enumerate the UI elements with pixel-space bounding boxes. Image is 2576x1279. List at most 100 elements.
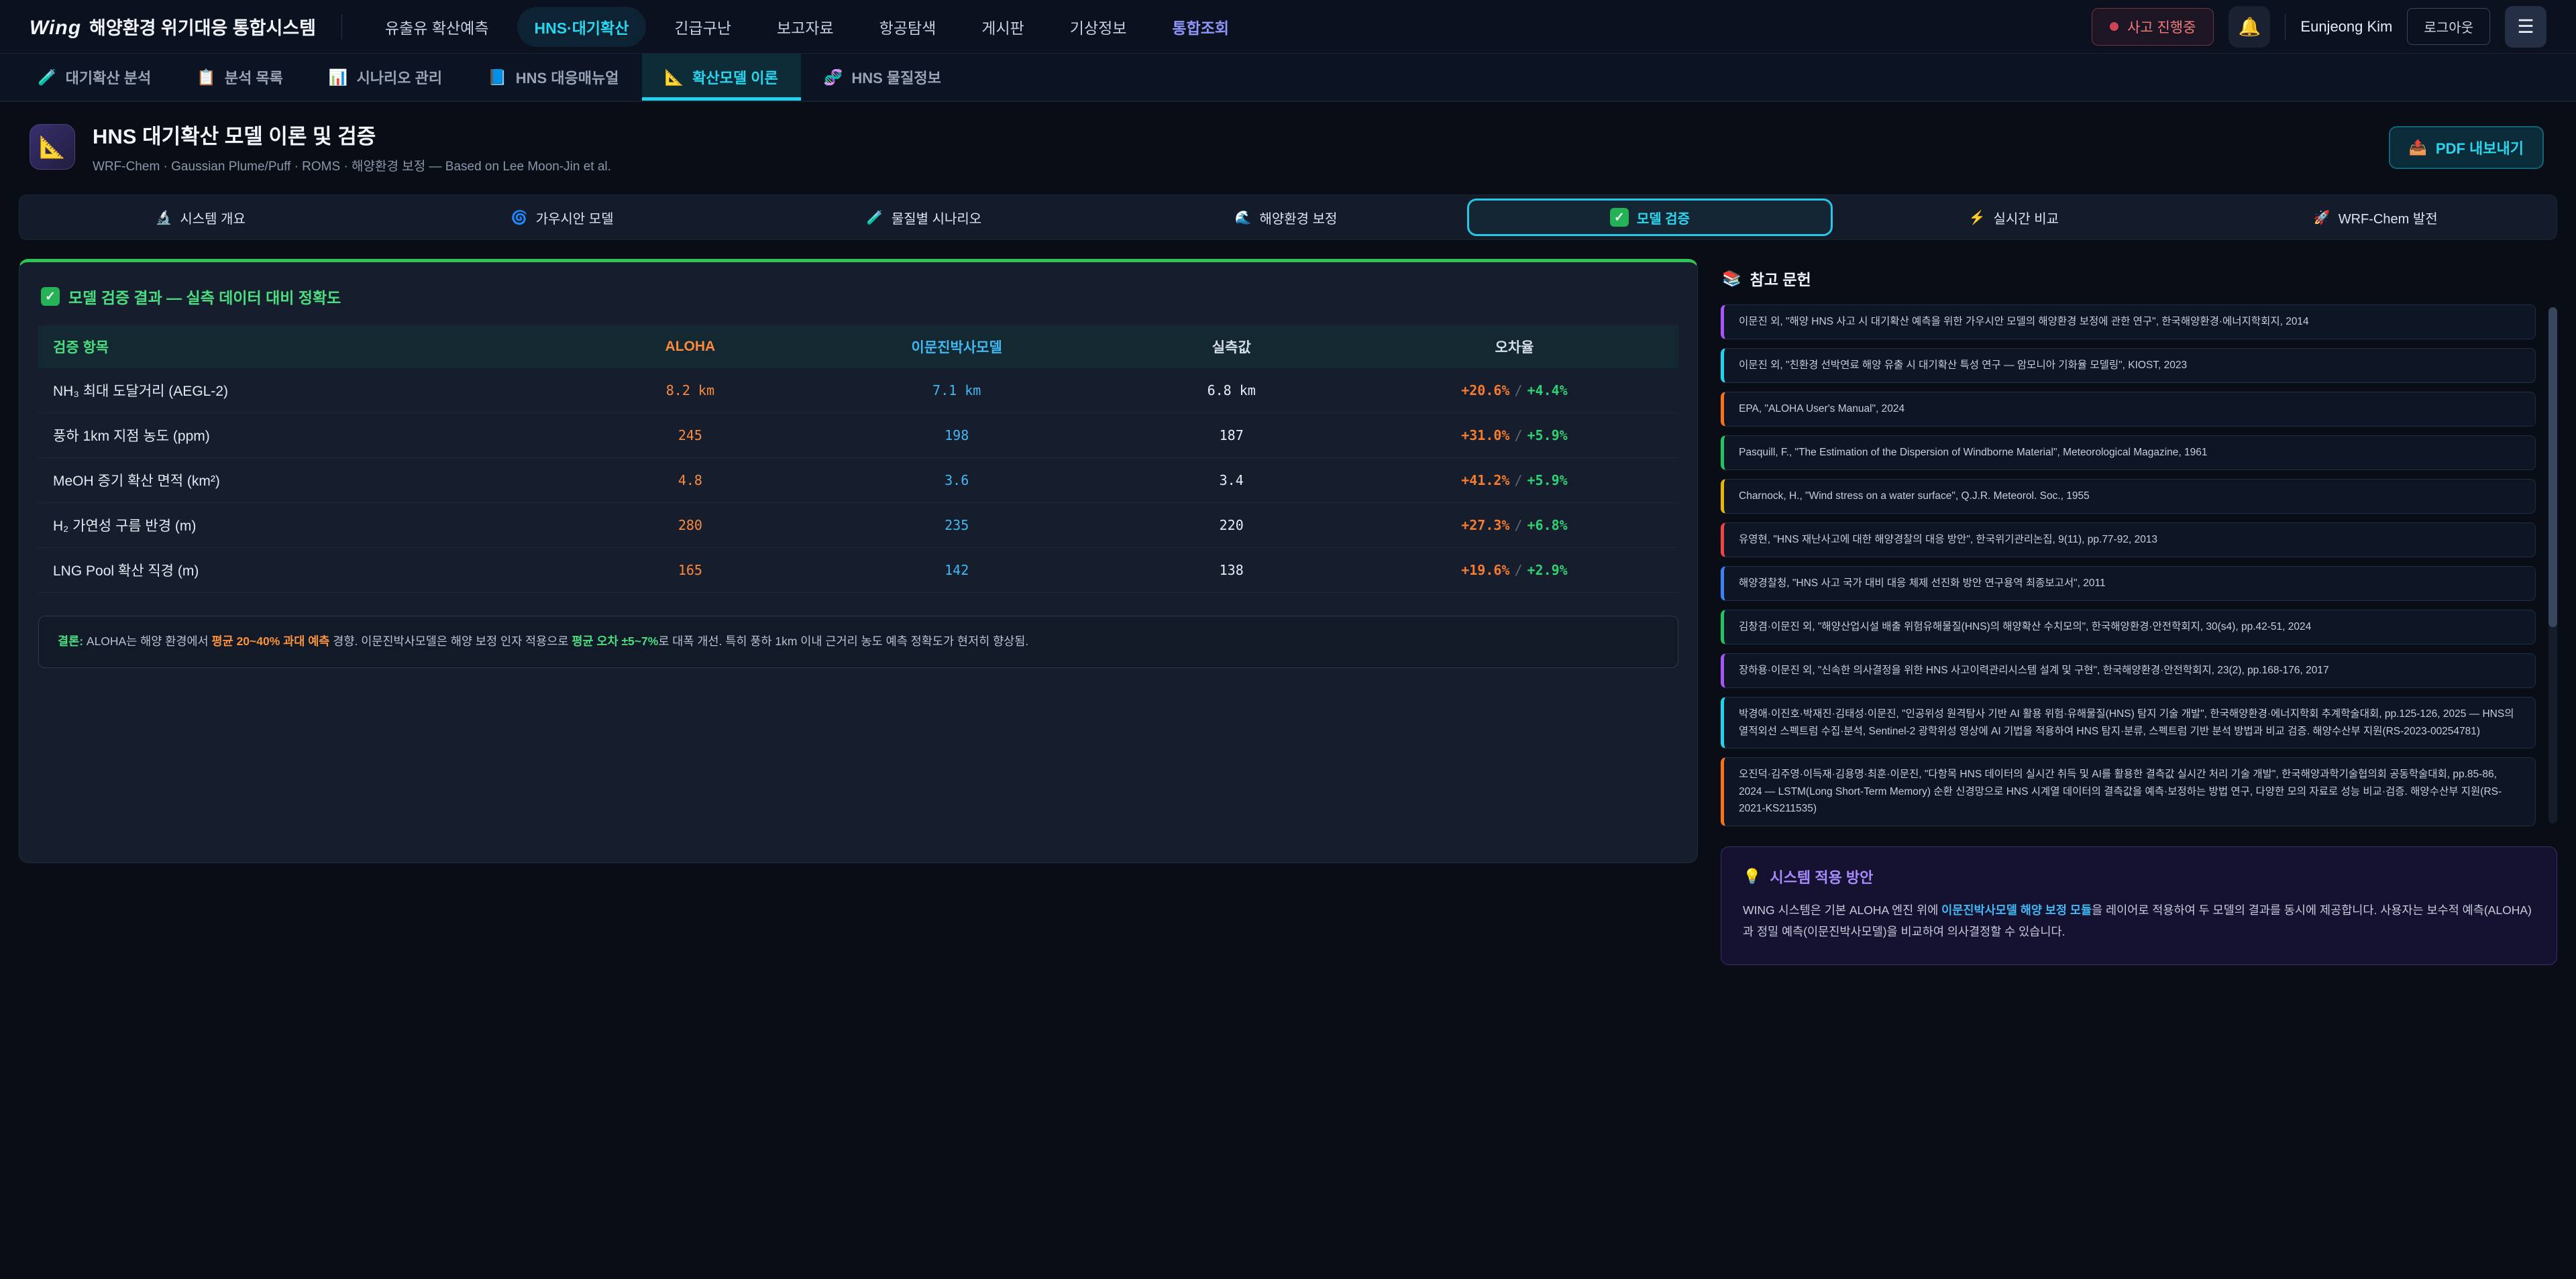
- tab-label: 확산모델 이론: [692, 66, 778, 88]
- chart-icon: 📊: [329, 68, 348, 87]
- nav-item-oil-spill[interactable]: 유출유 확산예측: [368, 7, 506, 47]
- pill-marine-correction[interactable]: 🌊 해양환경 보정: [1105, 195, 1466, 239]
- cell-measured: 6.8 km: [1112, 368, 1350, 413]
- book-icon: 📘: [488, 68, 507, 87]
- pill-label: 실시간 비교: [1993, 208, 2059, 227]
- status-badge-label: 사고 진행중: [2127, 17, 2196, 37]
- check-icon: ✓: [41, 287, 60, 306]
- page-title: HNS 대기확산 모델 이론 및 검증: [93, 119, 611, 150]
- pill-system-overview[interactable]: 🔬 시스템 개요: [19, 195, 381, 239]
- nav-item-aerial-search[interactable]: 항공탐색: [862, 7, 954, 47]
- cell-lee: 7.1 km: [801, 368, 1113, 413]
- cell-error: +20.6%/+4.4%: [1350, 368, 1678, 413]
- pill-wrf-chem[interactable]: 🚀 WRF-Chem 발전: [2195, 195, 2557, 239]
- user-name: Eunjeong Kim: [2300, 18, 2392, 36]
- page-subtitle: WRF-Chem · Gaussian Plume/Puff · ROMS · …: [93, 156, 611, 174]
- system-application-title: 💡 시스템 적용 방안: [1743, 866, 2535, 887]
- tab-dispersion-analysis[interactable]: 🧪 대기확산 분석: [15, 54, 174, 101]
- tab-hns-substance-info[interactable]: 🧬 HNS 물질정보: [801, 54, 964, 101]
- reference-item: 해양경찰청, "HNS 사고 국가 대비 대응 체제 선진화 방안 연구용역 최…: [1721, 566, 2536, 601]
- pill-substance-scenarios[interactable]: 🧪 물질별 시나리오: [743, 195, 1105, 239]
- nav-item-rescue[interactable]: 긴급구난: [657, 7, 749, 47]
- pdf-export-label: PDF 내보내기: [2436, 137, 2524, 158]
- tab-label: 분석 목록: [225, 66, 283, 88]
- nav-item-weather[interactable]: 기상정보: [1053, 7, 1144, 47]
- cell-lee: 235: [801, 503, 1113, 548]
- check-icon: ✓: [1610, 208, 1629, 227]
- lightning-icon: ⚡: [1969, 209, 1986, 226]
- cell-item: MeOH 증기 확산 면적 (km²): [38, 458, 580, 503]
- cell-error: +19.6%/+2.9%: [1350, 548, 1678, 593]
- pill-label: 시스템 개요: [180, 208, 246, 227]
- clipboard-icon: 📋: [197, 68, 216, 87]
- pill-label: 가우시안 모델: [536, 208, 614, 227]
- reference-item: EPA, "ALOHA User's Manual", 2024: [1721, 392, 2536, 427]
- module-tabbar: 🧪 대기확산 분석 📋 분석 목록 📊 시나리오 관리 📘 HNS 대응매뉴얼 …: [0, 54, 2576, 102]
- dna-icon: 🧬: [824, 68, 843, 87]
- hamburger-menu-button[interactable]: ☰: [2505, 6, 2546, 48]
- tab-label: 시나리오 관리: [357, 66, 443, 88]
- pdf-export-button[interactable]: 📤 PDF 내보내기: [2389, 126, 2544, 169]
- logo-wing-mark: Wing: [30, 17, 81, 40]
- reference-item: 김창겸·이문진 외, "해양산업시설 배출 위험유해물질(HNS)의 해양확산 …: [1721, 610, 2536, 645]
- table-row: NH₃ 최대 도달거리 (AEGL-2) 8.2 km 7.1 km 6.8 k…: [38, 368, 1678, 413]
- cell-aloha: 245: [580, 413, 801, 458]
- divider: [2285, 13, 2286, 40]
- reference-item: 장하용·이문진 외, "신속한 의사결정을 위한 HNS 사고이력관리시스템 설…: [1721, 653, 2536, 688]
- light-bulb-icon: 💡: [1743, 868, 1761, 885]
- cyclone-icon: 🌀: [511, 209, 528, 226]
- tab-label: 대기확산 분석: [66, 66, 152, 88]
- cell-measured: 187: [1112, 413, 1350, 458]
- tab-analysis-list[interactable]: 📋 분석 목록: [174, 54, 306, 101]
- references-title: 📚 참고 문헌: [1722, 267, 2556, 290]
- cell-aloha: 4.8: [580, 458, 801, 503]
- notification-bell-button[interactable]: 🔔: [2229, 6, 2270, 48]
- page-icon-triangle-ruler: 📐: [30, 124, 75, 170]
- reference-item: Charnock, H., "Wind stress on a water su…: [1721, 479, 2536, 514]
- logout-button[interactable]: 로그아웃: [2407, 8, 2490, 45]
- nav-item-reports[interactable]: 보고자료: [759, 7, 851, 47]
- tab-model-theory[interactable]: 📐 확산모델 이론: [642, 54, 801, 101]
- nav-item-board[interactable]: 게시판: [964, 7, 1041, 47]
- triangle-ruler-icon: 📐: [665, 68, 684, 87]
- cell-measured: 3.4: [1112, 458, 1350, 503]
- pill-realtime-comparison[interactable]: ⚡ 실시간 비교: [1833, 195, 2194, 239]
- cell-aloha: 165: [580, 548, 801, 593]
- content-area: ✓ 모델 검증 결과 — 실측 데이터 대비 정확도 검증 항목 ALOHA 이…: [19, 259, 2557, 965]
- panel-title-text: 모델 검증 결과 — 실측 데이터 대비 정확도: [68, 285, 341, 308]
- pill-gaussian-model[interactable]: 🌀 가우시안 모델: [381, 195, 743, 239]
- tab-label: HNS 대응매뉴얼: [516, 66, 619, 88]
- cell-item: 풍하 1km 지점 농도 (ppm): [38, 413, 580, 458]
- section-pills-bar: 🔬 시스템 개요 🌀 가우시안 모델 🧪 물질별 시나리오 🌊 해양환경 보정 …: [19, 194, 2557, 240]
- cell-item: H₂ 가연성 구름 반경 (m): [38, 503, 580, 548]
- nav-item-hns-dispersion[interactable]: HNS·대기확산: [517, 7, 647, 47]
- reference-item: 이문진 외, "친환경 선박연료 해양 유출 시 대기확산 특성 연구 — 암모…: [1721, 348, 2536, 383]
- navbar-right: 사고 진행중 🔔 Eunjeong Kim 로그아웃 ☰: [2092, 6, 2546, 48]
- conclusion-note: 결론: ALOHA는 해양 환경에서 평균 20~40% 과대 예측 경향. 이…: [38, 616, 1678, 668]
- books-icon: 📚: [1722, 270, 1741, 288]
- validation-panel-title: ✓ 모델 검증 결과 — 실측 데이터 대비 정확도: [41, 285, 1676, 308]
- status-dot-icon: [2110, 22, 2118, 31]
- system-application-body: WING 시스템은 기본 ALOHA 엔진 위에 이문진박사모델 해양 보정 모…: [1743, 899, 2535, 943]
- references-scrollbar-track: [2548, 307, 2557, 824]
- bell-icon: 🔔: [2239, 16, 2261, 38]
- col-header-error: 오차율: [1350, 325, 1678, 368]
- microscope-icon: 🔬: [155, 209, 172, 226]
- references-panel: 이문진 외, "해양 HNS 사고 시 대기확산 예측을 위한 가우시안 모델의…: [1721, 304, 2557, 826]
- app-logo: Wing 해양환경 위기대응 통합시스템: [30, 13, 316, 40]
- divider: [341, 14, 342, 40]
- tab-hns-manual[interactable]: 📘 HNS 대응매뉴얼: [465, 54, 641, 101]
- wave-icon: 🌊: [1235, 209, 1252, 226]
- validation-table: 검증 항목 ALOHA 이문진박사모델 실측값 오차율 NH₃ 최대 도달거리 …: [38, 325, 1678, 593]
- pill-model-validation[interactable]: ✓ 모델 검증: [1467, 199, 1833, 236]
- reference-item: Pasquill, F., "The Estimation of the Dis…: [1721, 435, 2536, 470]
- nav-item-integrated-search[interactable]: 통합조회: [1155, 7, 1246, 47]
- incident-status-badge: 사고 진행중: [2092, 8, 2214, 46]
- logo-title: 해양환경 위기대응 통합시스템: [89, 13, 316, 40]
- pill-label: WRF-Chem 발전: [2339, 208, 2438, 227]
- references-scrollbar-thumb[interactable]: [2548, 307, 2557, 627]
- main-nav: 유출유 확산예측 HNS·대기확산 긴급구난 보고자료 항공탐색 게시판 기상정…: [368, 7, 1246, 47]
- table-row: 풍하 1km 지점 농도 (ppm) 245 198 187 +31.0%/+5…: [38, 413, 1678, 458]
- tab-scenario-management[interactable]: 📊 시나리오 관리: [306, 54, 465, 101]
- col-header-measured: 실측값: [1112, 325, 1350, 368]
